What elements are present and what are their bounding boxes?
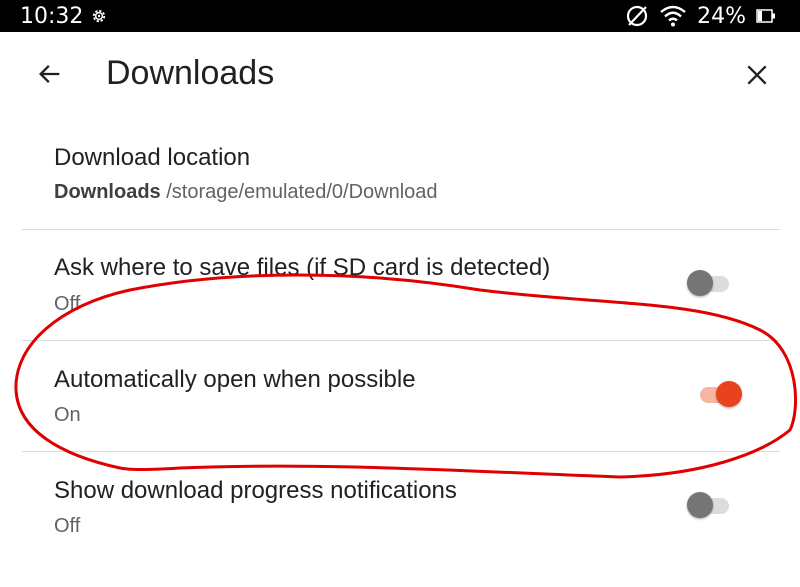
setting-state: Off bbox=[54, 293, 81, 315]
setting-state: On bbox=[54, 404, 81, 426]
download-folder-name: Downloads bbox=[54, 181, 161, 203]
gear-icon bbox=[92, 9, 106, 23]
progress-notifications-toggle[interactable] bbox=[685, 491, 735, 519]
toggle-thumb bbox=[687, 270, 713, 296]
close-icon[interactable] bbox=[744, 62, 770, 88]
page-title: Downloads bbox=[106, 54, 275, 92]
battery-icon bbox=[756, 9, 775, 23]
status-time: 10:32 bbox=[20, 4, 84, 29]
setting-progress-notifications[interactable]: Show download progress notifications Off bbox=[0, 452, 800, 572]
battery-percent: 24% bbox=[697, 3, 746, 29]
setting-state: Off bbox=[54, 515, 81, 537]
setting-ask-where-to-save[interactable]: Ask where to save files (if SD card is d… bbox=[0, 230, 800, 340]
setting-title: Show download progress notifications bbox=[54, 477, 457, 504]
app-bar: Downloads bbox=[0, 32, 800, 120]
toggle-thumb bbox=[687, 492, 713, 518]
status-bar: 10:32 24% bbox=[0, 0, 800, 32]
download-path: /storage/emulated/0/Download bbox=[166, 181, 438, 203]
ask-where-toggle[interactable] bbox=[685, 269, 735, 297]
toggle-thumb bbox=[716, 381, 742, 407]
auto-open-toggle[interactable] bbox=[694, 380, 744, 408]
wifi-icon bbox=[660, 5, 686, 27]
arrow-back-icon[interactable] bbox=[36, 60, 64, 88]
setting-title: Ask where to save files (if SD card is d… bbox=[54, 254, 551, 281]
setting-title: Automatically open when possible bbox=[54, 366, 416, 393]
dnd-icon bbox=[626, 5, 648, 27]
setting-auto-open[interactable]: Automatically open when possible On bbox=[0, 341, 800, 451]
setting-title: Download location bbox=[54, 144, 251, 171]
setting-summary: Downloads /storage/emulated/0/Download bbox=[54, 181, 438, 204]
setting-download-location[interactable]: Download location Downloads /storage/emu… bbox=[0, 120, 800, 228]
